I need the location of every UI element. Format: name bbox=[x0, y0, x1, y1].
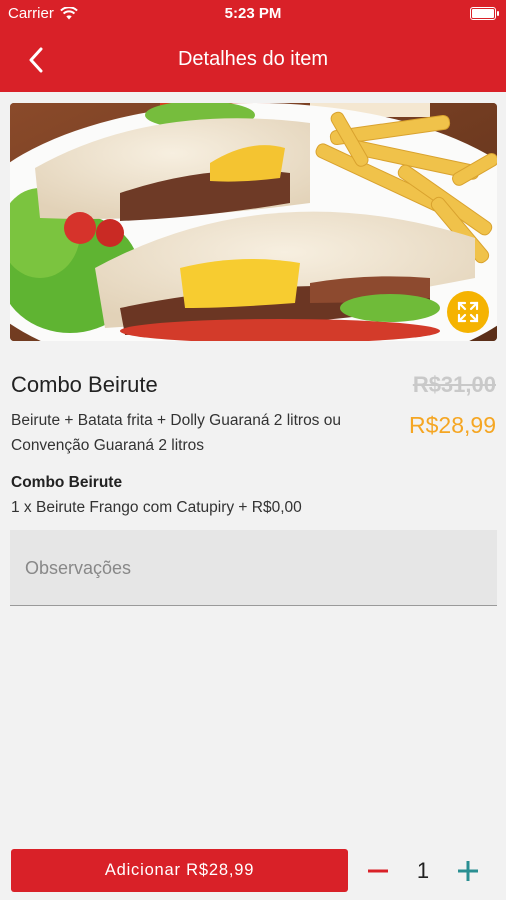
item-description: Beirute + Batata frita + Dolly Guaraná 2… bbox=[11, 412, 341, 454]
plus-icon bbox=[458, 861, 478, 881]
nav-bar: Detalhes do item bbox=[0, 28, 506, 92]
quantity-value: 1 bbox=[416, 858, 430, 883]
increase-quantity-button[interactable] bbox=[452, 852, 484, 890]
clock: 5:23 PM bbox=[224, 5, 282, 22]
option-group-title: Combo Beirute bbox=[11, 474, 123, 491]
expand-image-button[interactable] bbox=[447, 291, 489, 333]
notes-field[interactable] bbox=[10, 530, 497, 606]
decrease-quantity-button[interactable] bbox=[362, 852, 394, 890]
minus-icon bbox=[368, 869, 388, 873]
option-selection: 1 x Beirute Frango com Catupiry + R$0,00 bbox=[11, 499, 302, 516]
item-name: Combo Beirute bbox=[11, 372, 158, 397]
page-title: Detalhes do item bbox=[177, 48, 329, 70]
notes-input[interactable] bbox=[25, 530, 485, 606]
status-bar: Carrier 5:23 PM bbox=[0, 0, 506, 28]
food-image bbox=[10, 103, 497, 341]
add-to-cart-button[interactable]: Adicionar R$28,99 bbox=[11, 849, 348, 892]
current-price: R$28,99 bbox=[409, 412, 496, 438]
add-button-label: Adicionar R$28,99 bbox=[104, 861, 255, 879]
old-price: R$31,00 bbox=[412, 372, 496, 397]
battery-icon bbox=[470, 7, 499, 20]
item-photo bbox=[10, 103, 497, 341]
expand-icon bbox=[457, 301, 479, 323]
